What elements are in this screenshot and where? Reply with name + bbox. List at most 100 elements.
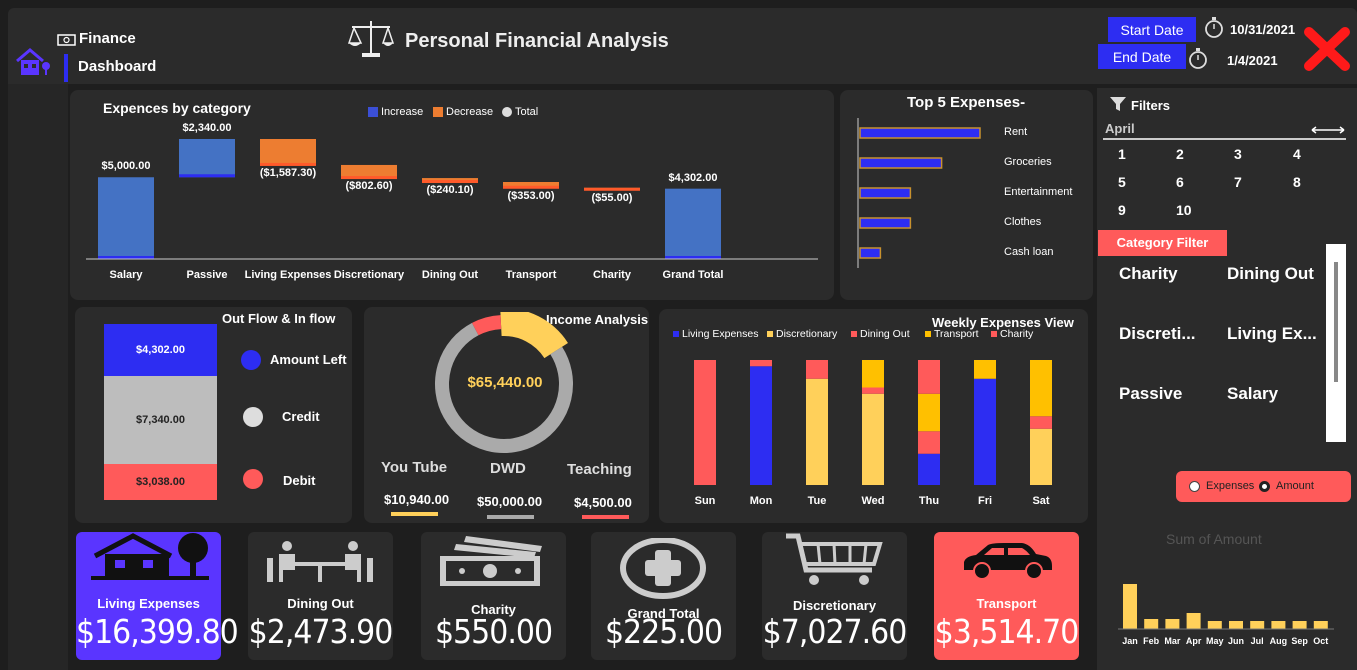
radio-expenses-label: Expenses <box>1206 480 1255 492</box>
legend-increase: Increase <box>368 106 423 118</box>
weekly-day-tue: Tue <box>807 495 827 507</box>
close-icon[interactable] <box>1303 26 1351 72</box>
category-item-dining-out[interactable]: Dining Out <box>1227 264 1327 284</box>
category-item-salary[interactable]: Salary <box>1227 384 1327 404</box>
waterfall-bar-salary <box>98 177 154 259</box>
weekly-seg-mon-living-expenses <box>750 366 772 485</box>
weekly-seg-wed-dining-out <box>862 387 884 394</box>
end-date-value: 1/4/2021 <box>1227 53 1278 68</box>
filters-title: Filters <box>1131 98 1171 113</box>
radio-expenses[interactable] <box>1189 481 1200 492</box>
waterfall-category-grand-total: Grand Total <box>662 269 724 281</box>
start-date-button[interactable]: Start Date <box>1108 17 1196 42</box>
sum-bar-mar <box>1165 619 1180 629</box>
sum-bar-jul <box>1250 621 1265 629</box>
card-value: $16,399.80 <box>76 613 239 652</box>
income-amount-dwd: $50,000.00 <box>477 494 543 509</box>
legend-dot-amount-left <box>241 350 261 370</box>
stopwatch-icon <box>1205 17 1223 38</box>
card-dining-out[interactable]: Dining Out $2,473.90 <box>248 532 393 660</box>
income-underline-youtube <box>391 512 438 516</box>
weekly-legend-dining-out: Dining Out <box>851 328 910 340</box>
timeline-bar[interactable] <box>1103 138 1346 140</box>
waterfall-value-grand-total: $4,302.00 <box>668 171 718 184</box>
outflow-title: Out Flow & In flow <box>222 311 336 326</box>
radio-amount-label: Amount <box>1276 480 1314 492</box>
donut-slice-teaching <box>472 315 502 336</box>
day-6[interactable]: 6 <box>1176 174 1184 190</box>
sum-label-mar: Mar <box>1164 636 1181 646</box>
card-living-expenses[interactable]: Living Expenses $16,399.80 <box>76 532 239 660</box>
end-date-button[interactable]: End Date <box>1098 44 1186 69</box>
day-2[interactable]: 2 <box>1176 146 1184 162</box>
outflow-value-credit: $7,340.00 <box>136 414 185 426</box>
category-filter-header: Category Filter <box>1098 230 1227 256</box>
card-grand-total[interactable]: Grand Total $225.00 <box>591 532 736 660</box>
day-3[interactable]: 3 <box>1234 146 1242 162</box>
waterfall-bar-edge <box>503 185 559 189</box>
day-7[interactable]: 7 <box>1234 174 1242 190</box>
radio-amount[interactable] <box>1259 481 1270 492</box>
weekly-seg-thu-transport <box>918 393 940 432</box>
weekly-seg-wed-discretionary <box>862 393 884 485</box>
day-5[interactable]: 5 <box>1118 174 1126 190</box>
scrollbar-thumb[interactable] <box>1334 262 1338 382</box>
weekly-seg-sat-transport <box>1030 360 1052 417</box>
weekly-day-fri: Fri <box>977 495 993 507</box>
sum-bar-jan <box>1123 584 1137 629</box>
card-discretionary[interactable]: Discretionary $7,027.60 <box>762 532 907 660</box>
sum-bar-aug <box>1271 621 1286 629</box>
sum-bar-oct <box>1313 621 1328 629</box>
weekly-seg-thu-living-expenses <box>918 453 940 485</box>
day-8[interactable]: 8 <box>1293 174 1301 190</box>
sum-label-may: May <box>1206 636 1224 646</box>
weekly-seg-wed-transport <box>862 360 884 388</box>
resize-arrow-icon[interactable] <box>1310 125 1346 135</box>
sum-bar-may <box>1207 621 1222 629</box>
day-9[interactable]: 9 <box>1118 202 1126 218</box>
shopping-cart-icon <box>786 533 883 585</box>
category-item-living-ex[interactable]: Living Ex... <box>1227 324 1327 344</box>
day-4[interactable]: 4 <box>1293 146 1301 162</box>
card-label: Discretionary <box>792 598 877 613</box>
waterfall-bar-passive <box>179 139 235 178</box>
top5-bar-groceries <box>859 157 943 169</box>
category-item-passive[interactable]: Passive <box>1119 384 1219 404</box>
app-name-line1: Finance <box>79 30 136 47</box>
day-1[interactable]: 1 <box>1118 146 1126 162</box>
sum-label-aug: Aug <box>1269 636 1288 646</box>
waterfall-value-passive: $2,340.00 <box>182 122 232 134</box>
category-item-discreti[interactable]: Discreti... <box>1119 324 1219 344</box>
weekly-legend-charity: Charity <box>991 328 1033 340</box>
legend-total: Total <box>502 106 538 118</box>
weekly-seg-tue-dining-out <box>806 360 828 379</box>
legend-debit: Debit <box>283 473 316 488</box>
income-source-youtube: You Tube <box>381 459 448 476</box>
card-transport[interactable]: Transport $3,514.70 <box>934 532 1079 660</box>
category-item-charity[interactable]: Charity <box>1119 264 1219 284</box>
waterfall-bar-edge <box>179 174 235 178</box>
house-icon <box>91 533 209 580</box>
weekly-seg-thu-dining-out <box>918 431 940 454</box>
legend-dot-debit <box>243 469 263 489</box>
sum-bar-jun <box>1229 621 1243 629</box>
card-label: Dining Out <box>287 596 354 611</box>
weekly-legend-transport: Transport <box>925 328 979 340</box>
card-charity[interactable]: Charity $550.00 <box>421 532 566 660</box>
donut-slice-you-tube <box>500 312 568 359</box>
sum-label-jun: Jun <box>1227 636 1244 646</box>
card-value: $7,027.60 <box>762 613 908 652</box>
weekly-seg-sat-discretionary <box>1030 428 1052 485</box>
income-source-dwd: DWD <box>490 460 526 477</box>
weekly-seg-sat-dining-out <box>1030 416 1052 429</box>
top5-label-entertainment: Entertainment <box>1004 186 1073 198</box>
sum-chart-title: Sum of Amount <box>1166 531 1262 547</box>
top5-bar-entertainment <box>859 187 912 199</box>
card-value: $550.00 <box>434 613 553 652</box>
scale-icon <box>348 21 394 57</box>
month-label: April <box>1105 121 1135 136</box>
sum-label-jan: Jan <box>1122 636 1138 646</box>
stopwatch-icon <box>1189 48 1207 69</box>
sum-bar-apr <box>1186 613 1201 629</box>
day-10[interactable]: 10 <box>1176 202 1192 218</box>
